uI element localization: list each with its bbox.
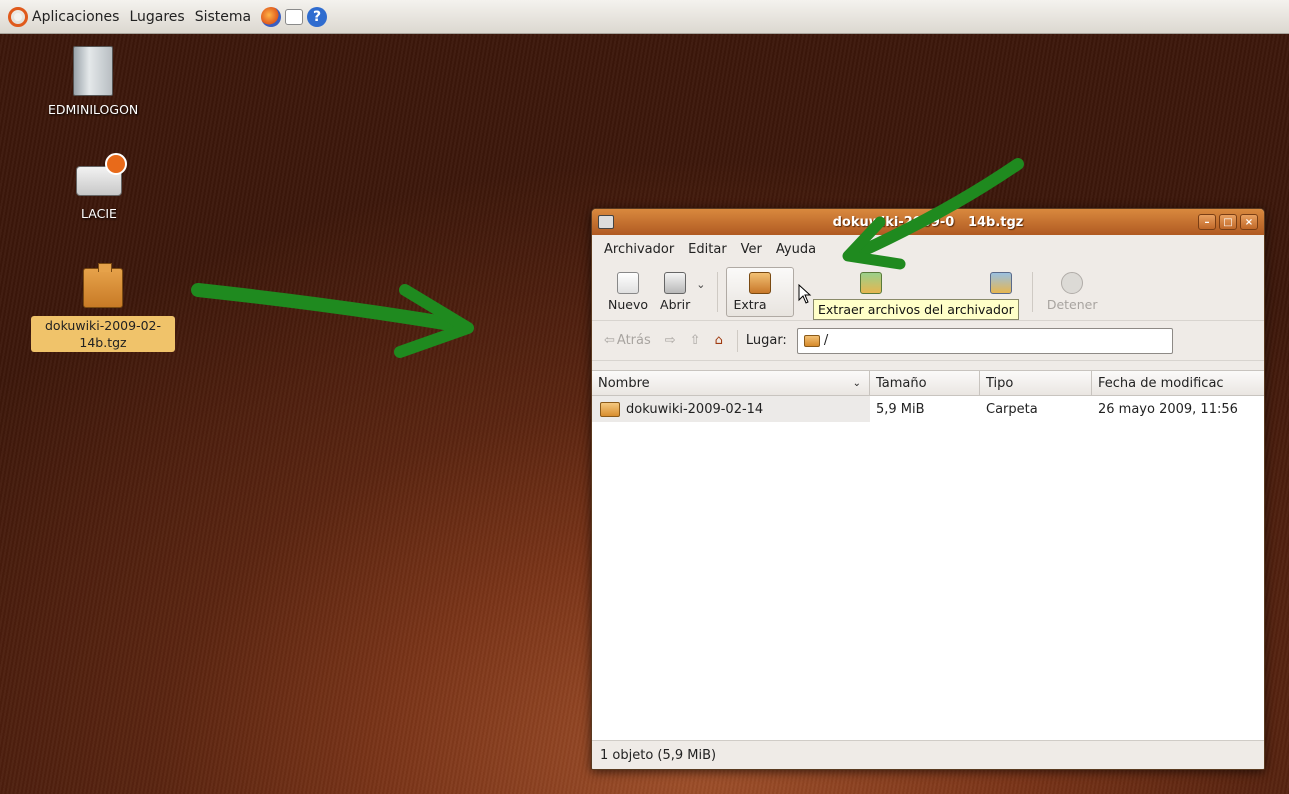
new-button[interactable]: Nuevo — [602, 267, 654, 317]
folder-icon — [803, 334, 820, 347]
up-arrow-icon: ⇧ — [689, 333, 701, 348]
row-name-cell: dokuwiki-2009-02-14 — [592, 396, 870, 422]
menu-aplicaciones-label: Aplicaciones — [32, 8, 120, 25]
desktop-icon-label: LACIE — [81, 206, 117, 221]
row-date: 26 mayo 2009, 11:56 — [1098, 401, 1238, 417]
toolbar-separator — [1031, 271, 1033, 312]
open-archive-icon — [664, 271, 687, 294]
add-folder-icon — [990, 271, 1013, 294]
toolbar: Nuevo Abrir ⌄ Extra rpeta Detener Extrae… — [592, 263, 1264, 321]
menu-ver[interactable]: Ver — [741, 242, 762, 257]
desktop-icon-label: EDMINILOGON — [48, 102, 139, 117]
location-label: Lugar: — [745, 333, 787, 348]
stop-button-label: Detener — [1046, 296, 1098, 312]
new-button-label: Nuevo — [608, 296, 649, 312]
desktop-icon-dokuwiki-tgz[interactable]: dokuwiki-2009-02-14b.tgz — [30, 263, 176, 352]
open-button[interactable]: Abrir — [654, 267, 696, 317]
add-files-icon — [860, 271, 883, 294]
column-header-name[interactable]: Nombre ⌄ — [592, 371, 870, 395]
stop-icon — [1061, 271, 1084, 294]
firefox-launcher-icon[interactable] — [261, 6, 282, 27]
folder-icon — [600, 401, 620, 417]
location-value: / — [823, 333, 829, 348]
up-button[interactable]: ⇧ — [690, 333, 701, 348]
top-panel: Aplicaciones Lugares Sistema ? — [0, 0, 1289, 34]
row-size: 5,9 MiB — [876, 401, 925, 417]
menu-lugares-label: Lugares — [129, 8, 185, 25]
maximize-button[interactable]: □ — [1219, 214, 1237, 230]
menu-sistema[interactable]: Sistema — [195, 9, 251, 25]
desktop-icon-edminilogon[interactable]: EDMINILOGON — [48, 46, 138, 117]
column-type-label: Tipo — [986, 375, 1014, 391]
mouse-cursor-icon — [798, 284, 812, 304]
menu-lugares[interactable]: Lugares — [129, 9, 184, 25]
home-button[interactable]: ⌂ — [715, 333, 723, 348]
open-dropdown-chevron-icon[interactable]: ⌄ — [696, 278, 705, 291]
desktop-icon-lacie[interactable]: LACIE — [76, 152, 127, 221]
extract-tooltip: Extraer archivos del archivador — [813, 299, 1019, 320]
package-icon — [83, 263, 123, 308]
desktop-icon-label: dokuwiki-2009-02-14b.tgz — [31, 316, 175, 352]
column-size-label: Tamaño — [876, 375, 927, 391]
status-bar: 1 objeto (5,9 MiB) — [592, 740, 1264, 769]
forward-arrow-icon: ⇨ — [664, 333, 676, 348]
location-input[interactable]: / — [796, 327, 1173, 354]
file-roller-window: dokuwiki-2009-0 14b.tgz – □ × Archivador… — [591, 208, 1265, 770]
new-archive-icon — [617, 271, 639, 294]
ubuntu-logo-icon — [8, 6, 28, 27]
column-date-label: Fecha de modificac — [1098, 375, 1224, 391]
back-button-label: Atrás — [616, 333, 651, 348]
menubar: Archivador Editar Ver Ayuda — [592, 235, 1264, 263]
mail-launcher-icon[interactable] — [285, 8, 304, 25]
file-list: Nombre ⌄ Tamaño Tipo Fecha de modificac … — [592, 370, 1264, 742]
minimize-button[interactable]: – — [1198, 214, 1216, 230]
forward-button[interactable]: ⇨ — [665, 333, 676, 348]
table-row[interactable]: dokuwiki-2009-02-14 5,9 MiB Carpeta 26 m… — [592, 396, 1264, 422]
sort-chevron-icon: ⌄ — [852, 377, 861, 389]
open-button-label: Abrir — [660, 296, 691, 312]
column-header-type[interactable]: Tipo — [980, 371, 1092, 395]
window-title: dokuwiki-2009-0 14b.tgz — [832, 214, 1024, 230]
stop-button[interactable]: Detener — [1041, 267, 1104, 317]
location-separator — [736, 329, 738, 352]
close-button[interactable]: × — [1240, 214, 1258, 230]
file-list-header: Nombre ⌄ Tamaño Tipo Fecha de modificac — [592, 371, 1264, 396]
home-icon: ⌂ — [714, 333, 723, 348]
row-name: dokuwiki-2009-02-14 — [626, 401, 764, 417]
window-titlebar[interactable]: dokuwiki-2009-0 14b.tgz – □ × — [592, 209, 1264, 235]
toolbar-separator — [717, 271, 719, 312]
extract-button[interactable]: Extra — [726, 266, 795, 317]
server-icon — [73, 46, 114, 96]
menu-sistema-label: Sistema — [194, 8, 252, 25]
back-arrow-icon: ⇦ — [604, 333, 615, 348]
help-launcher-icon[interactable]: ? — [307, 6, 328, 27]
column-header-size[interactable]: Tamaño — [870, 371, 980, 395]
extract-icon — [749, 271, 772, 294]
column-header-date[interactable]: Fecha de modificac — [1092, 371, 1264, 395]
row-type: Carpeta — [986, 401, 1038, 417]
menu-editar[interactable]: Editar — [688, 242, 727, 257]
location-bar: ⇦ Atrás ⇨ ⇧ ⌂ Lugar: / — [592, 321, 1264, 361]
extract-button-label: Extra — [733, 296, 767, 312]
status-text: 1 objeto (5,9 MiB) — [600, 747, 717, 763]
menu-ayuda[interactable]: Ayuda — [776, 242, 816, 257]
menu-aplicaciones[interactable]: Aplicaciones — [8, 6, 120, 27]
column-name-label: Nombre — [598, 375, 650, 391]
back-button[interactable]: ⇦ Atrás — [604, 333, 651, 348]
menu-archivador[interactable]: Archivador — [604, 242, 674, 257]
drive-icon — [76, 153, 127, 196]
